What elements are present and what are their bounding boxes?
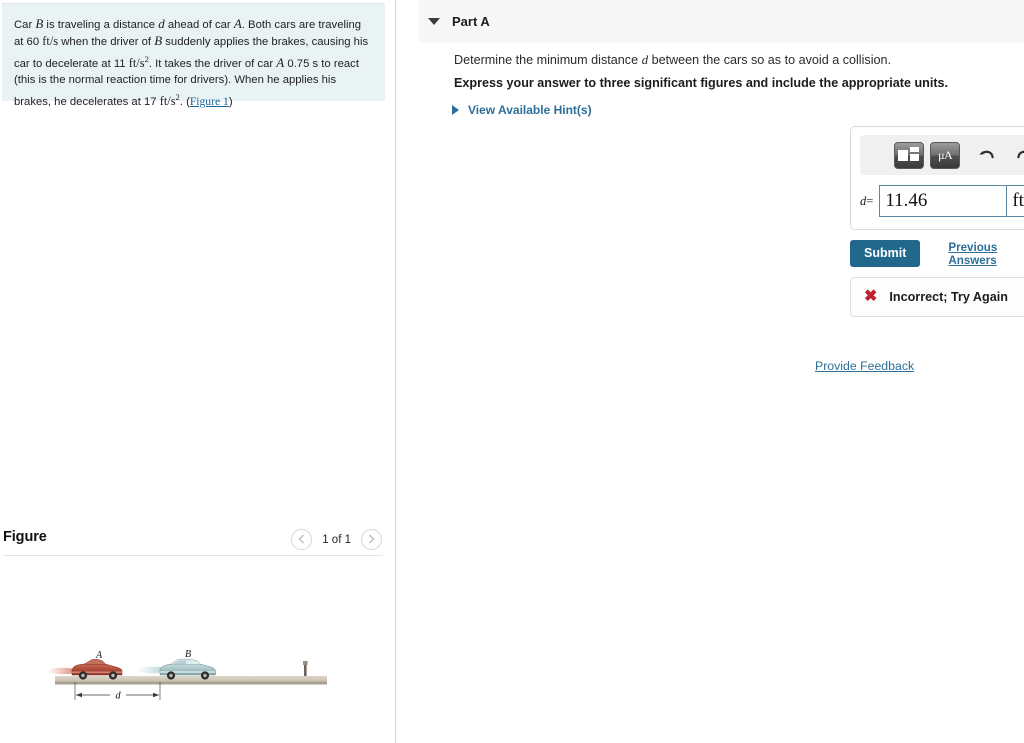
car-b-label: B xyxy=(185,649,191,660)
math-template-icon[interactable] xyxy=(894,141,925,169)
part-header[interactable]: Part A xyxy=(419,0,1024,43)
question-text-post: between the cars so as to avoid a collis… xyxy=(648,53,891,67)
x-mark-icon: ✖ xyxy=(864,288,878,305)
right-panel: Part A Determine the minimum distance d … xyxy=(397,0,1024,743)
figure-next-button[interactable] xyxy=(361,529,382,550)
math-unit: ft/s xyxy=(42,34,59,49)
problem-text-run: ) xyxy=(228,95,233,108)
cars-on-road-diagram: A B d xyxy=(47,649,327,702)
problem-text-run: when the driver of xyxy=(58,36,155,49)
roadside-post xyxy=(303,661,308,676)
answer-instruction: Express your answer to three significant… xyxy=(454,76,949,90)
road-shadow xyxy=(55,682,327,685)
feedback-text: Incorrect; Try Again xyxy=(889,290,1008,304)
chevron-left-icon xyxy=(298,534,305,544)
math-variable: B xyxy=(154,33,163,49)
feedback-banner: ✖ Incorrect; Try Again xyxy=(850,277,1024,317)
previous-answers-link[interactable]: Previous Answers xyxy=(948,241,1024,267)
figure-prev-button[interactable] xyxy=(291,529,313,550)
figure-1-link[interactable]: Figure 1 xyxy=(190,95,229,108)
undo-arrow-icon[interactable] xyxy=(973,142,1000,169)
greek-symbols-label: μA xyxy=(938,147,953,162)
chevron-down-icon[interactable] xyxy=(428,18,440,25)
answer-equals: = xyxy=(866,193,874,208)
problem-statement-box: Car B is traveling a distance d ahead of… xyxy=(2,3,385,108)
math-unit: ft/s2 xyxy=(128,53,149,70)
chevron-right-icon xyxy=(369,534,375,544)
problem-text-run: . ( xyxy=(179,95,190,108)
problem-text-run: Car xyxy=(14,19,36,31)
problem-text-run: ahead of car xyxy=(164,19,234,31)
distance-dimension: d xyxy=(74,682,161,702)
problem-text-run: is traveling a distance xyxy=(43,19,159,31)
figure-divider xyxy=(3,555,383,556)
question-text-pre: Determine the minimum distance xyxy=(454,53,642,67)
figure-section-title: Figure xyxy=(3,529,47,545)
distance-label: d xyxy=(115,691,121,702)
figure-pagination: 1 of 1 xyxy=(291,529,382,550)
math-variable: A xyxy=(233,16,242,31)
math-unit: ft/s2 xyxy=(159,91,180,108)
answer-entry-widget: μA d= 11.46 ft xyxy=(850,126,1024,230)
greek-symbols-icon[interactable]: μA xyxy=(930,141,961,169)
submit-row: Submit Previous Answers xyxy=(850,240,1024,267)
figure-page-count: 1 of 1 xyxy=(322,533,351,546)
provide-feedback-link[interactable]: Provide Feedback xyxy=(815,359,914,373)
figure-illustration: A B d xyxy=(0,630,390,730)
left-panel: Car B is traveling a distance d ahead of… xyxy=(0,0,396,743)
problem-text-run: . It takes the driver of car xyxy=(148,57,277,70)
answer-unit-input[interactable] xyxy=(1007,185,1024,217)
road-surface xyxy=(55,676,327,682)
math-toolbar: μA xyxy=(860,135,1024,175)
page-root: Car B is traveling a distance d ahead of… xyxy=(0,0,1024,743)
view-hints-link[interactable]: View Available Hint(s) xyxy=(452,103,592,117)
part-title: Part A xyxy=(452,14,490,29)
redo-arrow-icon[interactable] xyxy=(1011,142,1024,169)
view-hints-label: View Available Hint(s) xyxy=(468,103,592,117)
car-a-label: A xyxy=(95,650,103,661)
answer-value-input[interactable] xyxy=(879,185,1008,217)
question-text: Determine the minimum distance d between… xyxy=(454,52,891,68)
answer-field-row: d= xyxy=(860,185,1024,217)
problem-statement-text: Car B is traveling a distance d ahead of… xyxy=(14,16,371,110)
triangle-right-icon xyxy=(452,105,459,115)
submit-button[interactable]: Submit xyxy=(850,240,921,267)
answer-variable-label: d= xyxy=(860,194,873,209)
